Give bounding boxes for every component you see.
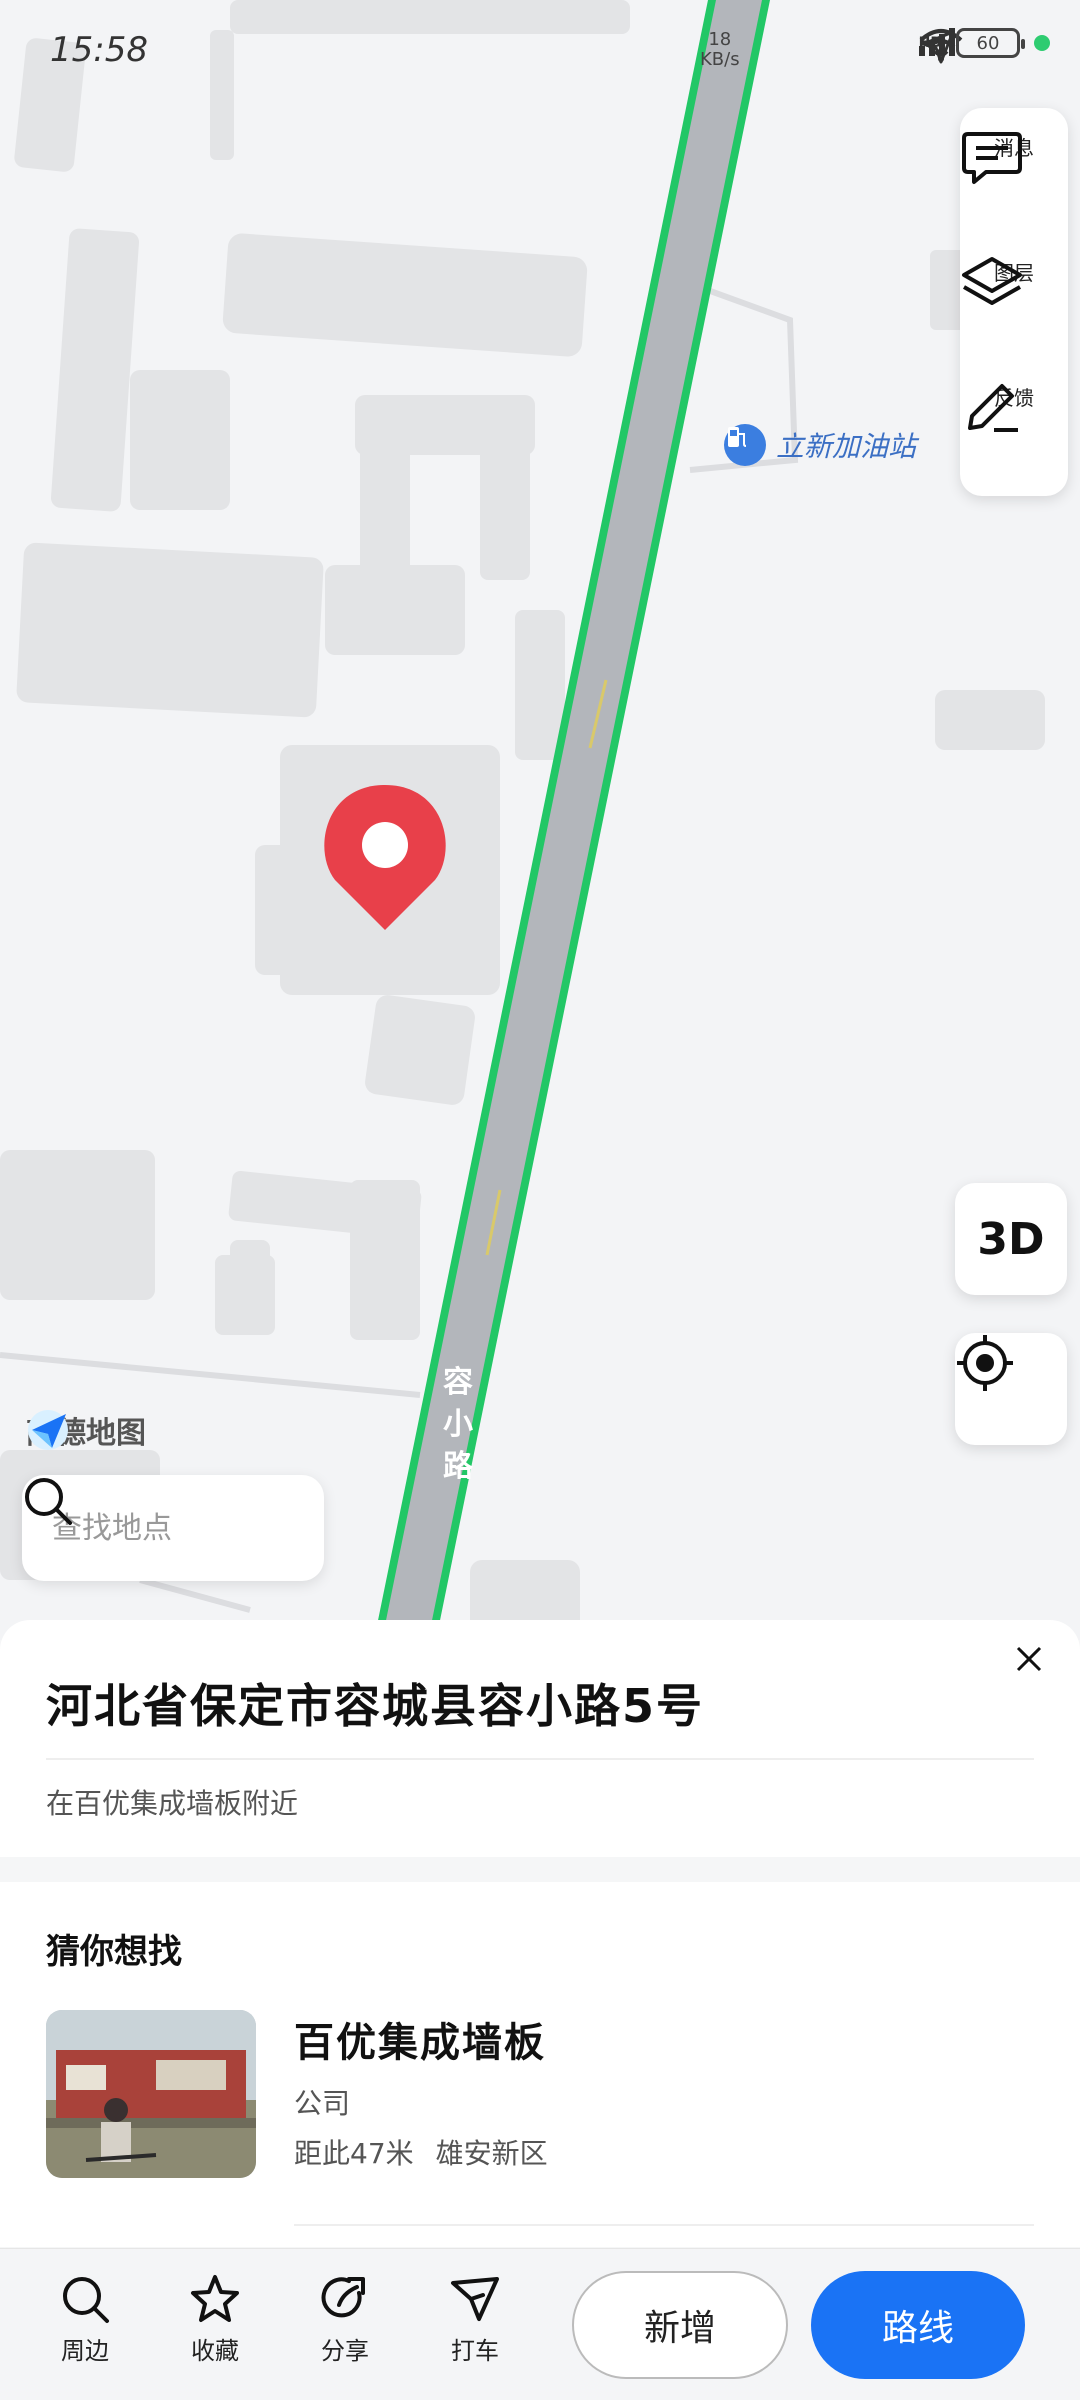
layers-button[interactable]: 图层 <box>960 253 1068 371</box>
close-icon <box>1016 1646 1042 1672</box>
place-thumbnail[interactable] <box>46 2010 256 2178</box>
search-input[interactable] <box>52 1510 222 1546</box>
address-card: 河北省保定市容城县容小路5号 在百优集成墙板附近 <box>0 1620 1080 1857</box>
road-label-char: 路 <box>443 1449 473 1484</box>
guess-title: 猜你想找 <box>46 1932 182 1972</box>
status-bar: 15:58 18 KB/s HD <box>0 0 1080 100</box>
taxi-button[interactable]: 打车 <box>425 2273 525 2366</box>
close-button[interactable] <box>1002 1632 1056 1686</box>
route-button[interactable]: 路线 <box>811 2271 1025 2379</box>
nearby-text: 在百优集成墙板附近 <box>46 1787 299 1820</box>
status-icons: HD 60 <box>918 28 1050 64</box>
net-speed: 18 KB/s <box>700 30 740 70</box>
battery-icon: 60 <box>956 28 1025 58</box>
favorite-label: 收藏 <box>191 2337 239 2365</box>
edit-icon <box>968 384 1018 432</box>
map-canvas <box>0 0 1045 1640</box>
gas-station-icon <box>724 424 766 466</box>
divider <box>294 2224 1034 2226</box>
place-distance: 距此47米 <box>294 2137 414 2170</box>
place-name[interactable]: 百优集成墙板 <box>294 2010 546 2068</box>
indicator-dot <box>1034 35 1050 51</box>
place-distance-line: 距此47米 雄安新区 <box>294 2132 570 2172</box>
status-time: 15:58 <box>50 30 148 70</box>
message-button[interactable]: 消息 <box>960 128 1068 246</box>
road-label-char: 容 <box>443 1365 473 1400</box>
map-tool-panel: 消息 图层 反馈 <box>960 108 1068 496</box>
3d-button[interactable]: 3D <box>955 1183 1067 1295</box>
road-label-char: 小 <box>443 1407 473 1442</box>
search-icon <box>25 1478 72 1525</box>
poi-gas-station[interactable]: 立新加油站 <box>724 424 916 466</box>
nearby-label: 周边 <box>61 2337 109 2365</box>
locate-button[interactable] <box>955 1333 1067 1445</box>
place-category: 公司 <box>294 2087 351 2120</box>
locate-icon <box>957 1335 1013 1391</box>
amap-logo: 高德地图 <box>26 1408 146 1452</box>
place-area: 雄安新区 <box>435 2137 548 2170</box>
gas-station-label: 立新加油站 <box>776 430 917 463</box>
message-icon <box>962 132 1022 184</box>
divider <box>46 1758 1034 1760</box>
battery-level: 60 <box>976 32 1000 54</box>
search-box[interactable] <box>22 1475 324 1581</box>
address-title: 河北省保定市容城县容小路5号 <box>46 1679 705 1733</box>
place-sheet: 河北省保定市容城县容小路5号 在百优集成墙板附近 猜你想找 百优集成墙板 公司 … <box>0 1620 1080 2400</box>
feedback-button[interactable]: 反馈 <box>960 378 1068 496</box>
star-icon <box>191 2275 239 2322</box>
nearby-button[interactable]: 周边 <box>35 2273 135 2366</box>
add-button[interactable]: 新增 <box>572 2271 788 2379</box>
net-speed-value: 18 <box>708 29 732 50</box>
net-speed-unit: KB/s <box>700 49 740 70</box>
layers-icon <box>962 257 1022 305</box>
suggestion-card: 猜你想找 百优集成墙板 公司 距此47米 雄安新区 <box>0 1882 1080 2247</box>
bottom-action-bar: 周边 收藏 分享 打车 新增 路线 <box>0 2248 1080 2400</box>
road-label: 容 小 路 <box>438 1362 478 1488</box>
share-button[interactable]: 分享 <box>295 2273 395 2366</box>
amap-logo-icon <box>28 1410 68 1450</box>
taxi-icon <box>451 2277 499 2321</box>
share-icon <box>321 2277 365 2318</box>
share-label: 分享 <box>321 2337 369 2365</box>
map-view[interactable]: 15:58 18 KB/s HD <box>0 0 1080 1640</box>
favorite-button[interactable]: 收藏 <box>165 2273 265 2366</box>
taxi-label: 打车 <box>451 2337 499 2365</box>
search-icon <box>63 2277 109 2323</box>
